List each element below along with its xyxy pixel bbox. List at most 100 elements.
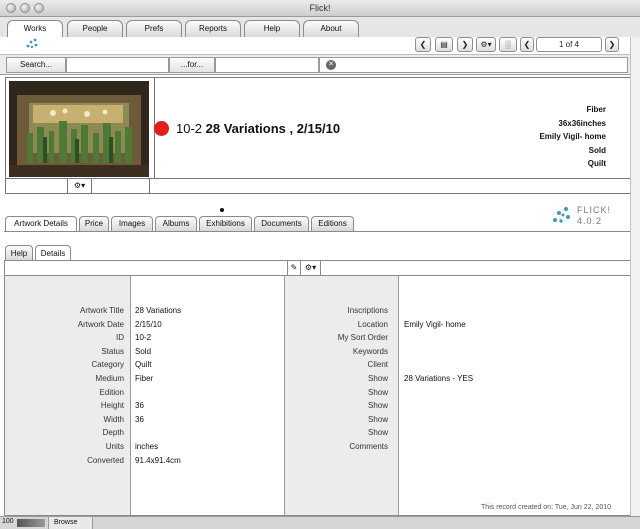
left-field-label: Category <box>91 360 124 370</box>
left-field-value[interactable]: Quilt <box>135 360 151 369</box>
left-field-label: Artwork Title <box>79 306 124 315</box>
gear-icon: ⚙▾ <box>480 40 492 49</box>
right-field-label: Comments <box>349 442 388 451</box>
window-title: Flick! <box>309 3 331 13</box>
summary-category: Quilt <box>587 159 606 168</box>
tab-inner-help[interactable]: Help <box>5 245 33 261</box>
summary-location: Emily Vigil- home <box>539 132 606 141</box>
flick-brand-icon <box>553 207 570 223</box>
left-field-label: Status <box>101 346 124 356</box>
brand-block: FLICK! 4.0.2 <box>577 205 611 227</box>
flick-logo-icon <box>26 38 38 49</box>
record-summary: Fiber 36x36inches Emily Vigil- home Sold… <box>539 103 606 171</box>
right-field-label: Show <box>367 428 388 438</box>
left-field-label: Width <box>103 414 124 424</box>
left-field-value[interactable]: Fiber <box>135 374 153 383</box>
search-input[interactable] <box>66 57 169 73</box>
vertical-scrollbar[interactable] <box>630 37 640 516</box>
left-field-label: Height <box>100 401 124 411</box>
chevron-left-icon: ❮ <box>523 40 531 49</box>
record-title: 28 Variations , 2/15/10 <box>205 121 341 136</box>
left-field-value[interactable]: 10-2 <box>135 333 151 342</box>
tab-help[interactable]: Help <box>244 20 300 37</box>
status-indicator-icon <box>154 121 169 136</box>
record-counter: 1 of 4 <box>536 37 602 52</box>
artwork-thumbnail[interactable] <box>9 81 149 177</box>
action-menu-button[interactable]: ⚙▾ <box>476 37 496 52</box>
left-field-value[interactable]: 36 <box>135 415 144 424</box>
previous-button[interactable]: ❮ <box>415 37 431 52</box>
tab-works-label: Works <box>23 24 47 33</box>
left-field-label: Units <box>105 442 124 451</box>
summary-medium: Fiber <box>586 105 606 114</box>
tab-albums[interactable]: Albums <box>155 216 197 231</box>
next-button[interactable]: ❯ <box>457 37 473 52</box>
record-title-line: 10-2 28 Variations , 2/15/10 <box>176 121 340 136</box>
for-field-button[interactable]: ...for... <box>169 57 215 73</box>
pencil-icon: ✎ <box>290 263 298 272</box>
left-field-value[interactable]: inches <box>135 442 158 451</box>
record-id: 10-2 <box>176 121 203 136</box>
brand-version: 4.0.2 <box>577 216 603 226</box>
details-action-button[interactable]: ⚙▾ <box>301 261 321 275</box>
right-field-label: Show <box>367 401 388 411</box>
right-field-label: Show <box>367 374 388 383</box>
search-clear-area: ✕ <box>319 57 628 73</box>
layout-menu-button[interactable]: ▤ <box>435 37 453 52</box>
search-field-button[interactable]: Search... <box>6 57 66 73</box>
left-field-label: Artwork Date <box>77 319 124 329</box>
quilt-image-icon <box>9 81 149 177</box>
image-menu-button[interactable]: ⚙▾ <box>68 179 92 193</box>
left-field-value[interactable]: 91.4x91.4cm <box>135 456 181 465</box>
mode-indicator[interactable]: Browse <box>48 517 93 529</box>
first-record-button[interactable]: ❮ <box>520 37 534 52</box>
tab-exhibitions[interactable]: Exhibitions <box>199 216 252 231</box>
right-field-label: Client <box>367 360 388 370</box>
status-bar: 100 Browse <box>0 516 640 529</box>
right-field-label: My Sort Order <box>337 333 388 343</box>
detail-tab-bar: Artwork Details Price Images Albums Exhi… <box>0 200 640 231</box>
left-field-value[interactable]: 2/15/10 <box>135 320 162 329</box>
right-field-value[interactable]: Emily Vigil- home <box>404 320 466 329</box>
left-field-value[interactable]: Sold <box>135 347 151 356</box>
tab-indicator-dot <box>220 208 224 212</box>
sort-menu-button[interactable]: ░ <box>499 37 517 52</box>
title-bar: Flick! <box>0 0 640 17</box>
left-field-value[interactable]: 28 Variations <box>135 306 181 315</box>
details-panel: ✎ ⚙▾ Artwork Title 28 Variations Artwork D… <box>4 260 636 516</box>
chevron-left-icon: ❮ <box>419 40 427 49</box>
tab-editions[interactable]: Editions <box>311 216 354 231</box>
tab-documents[interactable]: Documents <box>254 216 309 231</box>
edit-button[interactable]: ✎ <box>287 261 301 275</box>
record-created-note: This record created on: Tue, Jun 22, 201… <box>481 504 611 511</box>
right-field-value[interactable]: 28 Variations - YES <box>404 374 473 383</box>
status-controls-icon[interactable] <box>17 519 45 527</box>
left-field-value[interactable]: 36 <box>135 401 144 410</box>
tab-inner-details[interactable]: Details <box>35 245 71 261</box>
for-input[interactable] <box>215 57 319 73</box>
tab-artwork-details[interactable]: Artwork Details <box>5 216 77 231</box>
right-field-label: Inscriptions <box>347 306 388 315</box>
brand-name: FLICK! <box>577 205 612 215</box>
summary-size: 36x36inches <box>558 118 606 128</box>
left-field-label: Edition <box>99 387 124 397</box>
clear-search-icon[interactable]: ✕ <box>326 60 336 70</box>
tab-people[interactable]: People <box>67 20 123 37</box>
tab-images[interactable]: Images <box>111 216 153 231</box>
right-field-label: Show <box>367 387 388 397</box>
tab-works[interactable]: Works <box>7 20 63 38</box>
tab-about[interactable]: About <box>303 20 359 37</box>
tab-prefs[interactable]: Prefs <box>126 20 182 37</box>
left-field-label: Depth <box>102 428 124 438</box>
gear-icon: ⚙▾ <box>304 263 317 272</box>
record-header-footer: ⚙▾ <box>5 179 635 194</box>
last-record-button[interactable]: ❯ <box>605 37 619 52</box>
right-field-label: Show <box>367 414 388 424</box>
toolbar: ❮ ▤ ❯ ⚙▾ ░ ❮ 1 of 4 ❯ <box>0 37 640 55</box>
right-field-label: Location <box>357 319 388 329</box>
bar-chart-icon: ░ <box>505 40 511 49</box>
tab-price[interactable]: Price <box>79 216 109 231</box>
tab-reports[interactable]: Reports <box>185 20 241 37</box>
right-field-label: Keywords <box>352 346 388 356</box>
zoom-level[interactable]: 100 <box>2 518 14 525</box>
